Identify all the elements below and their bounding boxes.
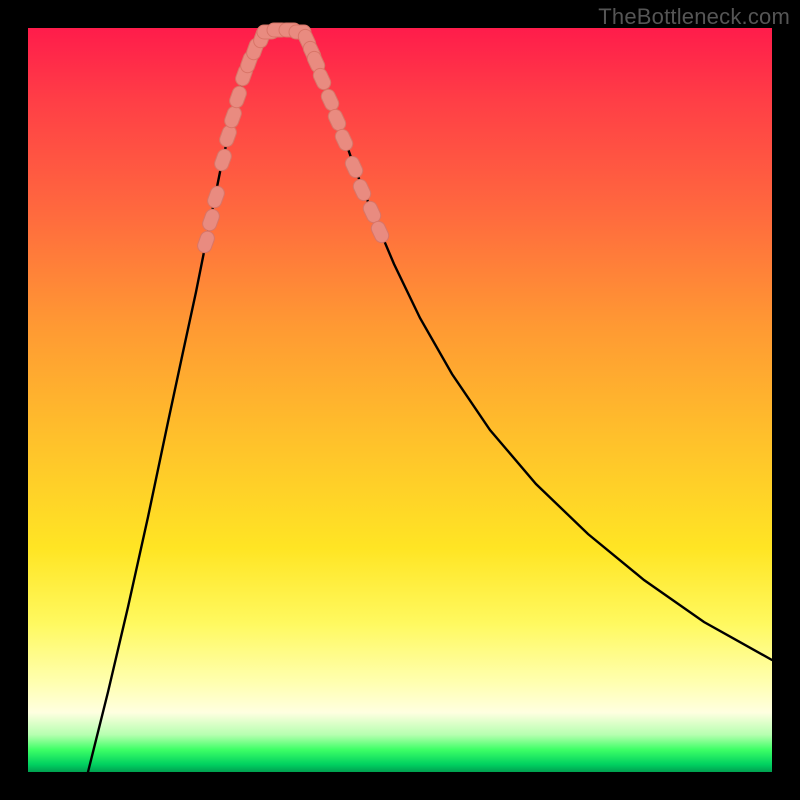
curve-markers [196, 23, 391, 255]
data-marker [351, 177, 373, 203]
chart-svg [28, 28, 772, 772]
data-marker [333, 127, 355, 153]
chart-frame: TheBottleneck.com [0, 0, 800, 800]
data-marker [319, 87, 341, 113]
bottleneck-curve [88, 30, 772, 772]
data-marker [228, 84, 249, 109]
data-marker [206, 184, 227, 209]
data-marker [196, 229, 217, 254]
curve-lines [88, 30, 772, 772]
data-marker [326, 107, 348, 133]
data-marker [343, 154, 365, 180]
data-marker [213, 147, 234, 172]
data-marker [201, 207, 222, 232]
plot-area [28, 28, 772, 772]
watermark-text: TheBottleneck.com [598, 4, 790, 30]
